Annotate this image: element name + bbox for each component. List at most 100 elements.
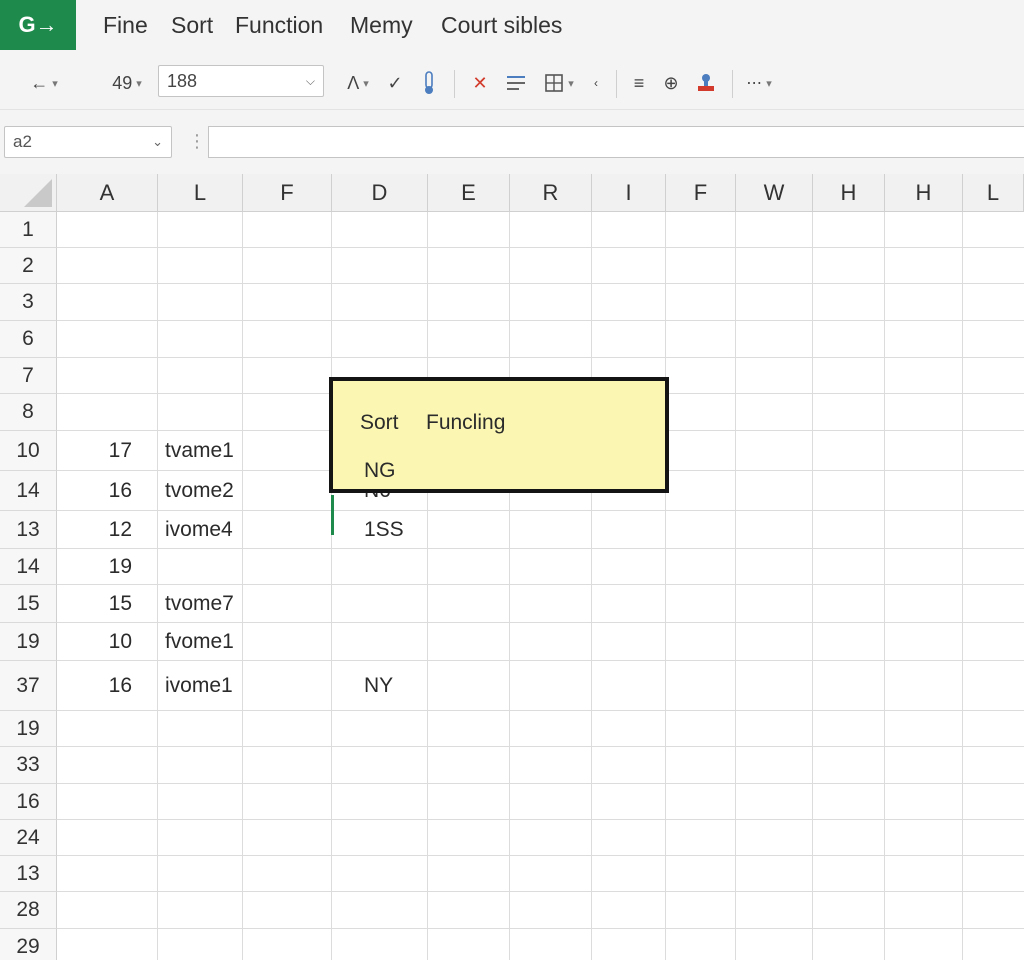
column-header[interactable]: H	[885, 174, 963, 212]
column-gridline	[331, 212, 332, 960]
thermometer-icon	[425, 71, 433, 94]
small-arrow-icon: ‹	[594, 76, 598, 90]
toolbar-separator	[732, 70, 733, 98]
column-gridline	[812, 212, 813, 960]
target-button[interactable]: ⊕	[658, 70, 684, 96]
row-header[interactable]: 19	[0, 623, 57, 661]
menu-item-memy[interactable]: Memy	[350, 12, 413, 39]
column-header[interactable]: L	[963, 174, 1024, 212]
font-size-dropdown[interactable]: 188 ⌵	[158, 65, 324, 97]
row-gridline	[57, 891, 1024, 892]
row-header[interactable]: 14	[0, 549, 57, 585]
row-header[interactable]: 24	[0, 820, 57, 856]
table-cell[interactable]: 10	[57, 623, 158, 661]
formula-divider: ⋮	[188, 131, 206, 151]
row-header[interactable]: 3	[0, 284, 57, 321]
name-box[interactable]: a2 ⌄	[4, 126, 172, 158]
name-box-value: a2	[13, 132, 32, 151]
row-header[interactable]: 8	[0, 394, 57, 431]
row-header[interactable]: 13	[0, 856, 57, 892]
cut-button[interactable]: ✕	[467, 70, 493, 96]
column-header[interactable]: D	[332, 174, 428, 212]
table-cell[interactable]: ivome4	[158, 511, 243, 549]
row-header[interactable]: 15	[0, 585, 57, 623]
table-cell[interactable]: 15	[57, 585, 158, 623]
column-header[interactable]: R	[510, 174, 592, 212]
popup-label-funcling[interactable]: Funcling	[426, 411, 505, 435]
table-cell[interactable]: 16	[57, 661, 158, 711]
app-icon[interactable]: G→	[0, 0, 76, 50]
table-cell[interactable]: 17	[57, 431, 158, 471]
table-cell[interactable]: 12	[57, 511, 158, 549]
row-gridline	[57, 928, 1024, 929]
row-header[interactable]: 1	[0, 212, 57, 248]
column-header[interactable]: W	[736, 174, 813, 212]
row-gridline	[57, 783, 1024, 784]
menu-icon: ≡	[633, 72, 645, 93]
table-cell[interactable]: NY	[332, 661, 428, 711]
table-cell[interactable]: ivome1	[158, 661, 243, 711]
undo-button[interactable]: ← ▾	[20, 70, 68, 96]
row-header[interactable]: 7	[0, 358, 57, 394]
menu-bar: G→ Fine Sort Function Memy Court sibles	[0, 0, 1024, 58]
check-button[interactable]: ✓	[382, 70, 408, 96]
font-name-value: 49	[112, 72, 133, 93]
column-gridline	[427, 212, 428, 960]
column-header[interactable]: E	[428, 174, 510, 212]
column-gridline	[591, 212, 592, 960]
row-header[interactable]: 2	[0, 248, 57, 284]
arrow-left-icon: ←	[30, 72, 49, 93]
row-header[interactable]: 33	[0, 747, 57, 784]
table-cell[interactable]: 16	[57, 471, 158, 511]
table-cell[interactable]: fvome1	[158, 623, 243, 661]
more-button[interactable]: ‹	[588, 70, 604, 96]
column-header[interactable]: L	[158, 174, 243, 212]
popup-label-sort[interactable]: Sort	[360, 411, 399, 435]
thermometer-button[interactable]	[418, 70, 440, 96]
borders-button[interactable]: ▾	[537, 70, 581, 96]
column-header[interactable]: F	[666, 174, 736, 212]
menu-item-function[interactable]: Function	[235, 12, 323, 39]
menu-item-court-sibles[interactable]: Court sibles	[441, 12, 562, 39]
row-header[interactable]: 37	[0, 661, 57, 711]
formula-input[interactable]	[208, 126, 1024, 158]
font-color-button[interactable]: Λ ▾	[338, 70, 378, 96]
font-size-value: 188	[167, 71, 198, 91]
crosshair-icon: ⊕	[663, 72, 679, 93]
table-cell[interactable]: tvame1	[158, 431, 243, 471]
row-header[interactable]: 13	[0, 511, 57, 549]
menu-item-sort[interactable]: Sort	[171, 12, 213, 39]
row-header[interactable]: 28	[0, 892, 57, 929]
menu-item-fine[interactable]: Fine	[103, 12, 148, 39]
select-all-corner[interactable]	[0, 174, 57, 212]
column-header[interactable]: A	[57, 174, 158, 212]
list-button[interactable]: ≡	[627, 70, 651, 96]
row-header[interactable]: 29	[0, 929, 57, 960]
row-header[interactable]: 19	[0, 711, 57, 747]
table-cell[interactable]: tvome7	[158, 585, 243, 623]
options-button[interactable]: ⋯ ▾	[742, 70, 776, 96]
column-header[interactable]: I	[592, 174, 666, 212]
chevron-down-icon: ⌄	[152, 134, 163, 149]
table-cell[interactable]: tvome2	[158, 471, 243, 511]
table-cell[interactable]: 1SS	[332, 511, 428, 549]
column-gridline	[665, 212, 666, 960]
stamp-button[interactable]	[692, 70, 720, 96]
row-header[interactable]: 16	[0, 784, 57, 820]
row-header[interactable]: 6	[0, 321, 57, 358]
toolbar: ← ▾ 49 ▾ Λ ▾ ✓ ✕ ▾ ‹ ≡ ⊕ ⋯ ▾	[0, 58, 1024, 110]
toolbar-separator	[454, 70, 455, 98]
row-gridline	[57, 855, 1024, 856]
sort-function-popup[interactable]: Sort Funcling NG	[329, 377, 669, 493]
spreadsheet-grid[interactable]: A L F D E R I F W H H L 1 2 3 6 7 8 10 14 13 14 15 19 37 19 33 16 24…	[0, 174, 1024, 960]
column-header[interactable]: H	[813, 174, 885, 212]
column-header[interactable]: F	[243, 174, 332, 212]
check-icon: ✓	[387, 72, 403, 93]
row-header[interactable]: 10	[0, 431, 57, 471]
table-cell[interactable]: 19	[57, 549, 158, 585]
column-gridline	[509, 212, 510, 960]
font-name-dropdown[interactable]: 49 ▾	[102, 70, 152, 96]
row-header[interactable]: 14	[0, 471, 57, 511]
align-button[interactable]	[503, 70, 529, 96]
row-gridline	[57, 283, 1024, 284]
